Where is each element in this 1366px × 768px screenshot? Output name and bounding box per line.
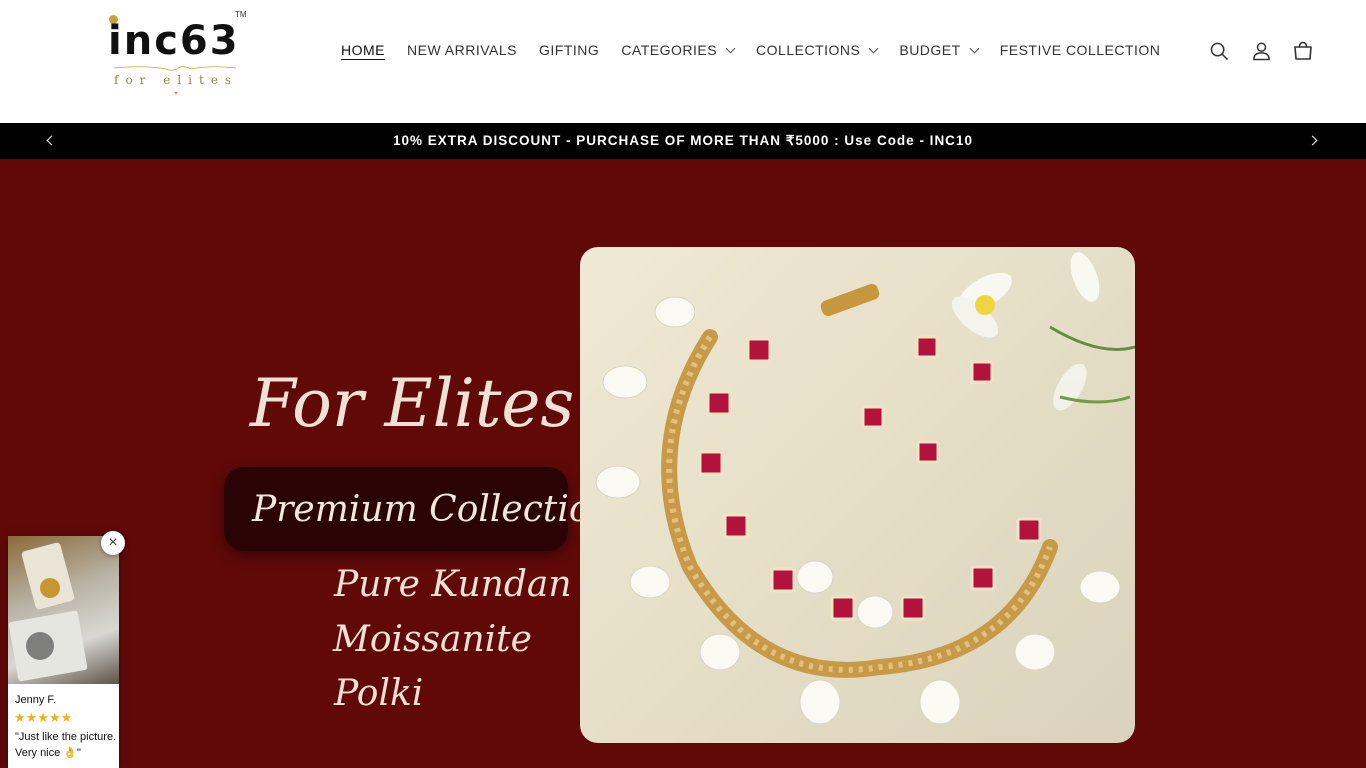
nav-collections[interactable]: COLLECTIONS — [756, 42, 879, 58]
nav-label: CATEGORIES — [621, 42, 718, 58]
announcement-next-button[interactable] — [1305, 133, 1319, 147]
chevron-down-icon — [868, 43, 879, 53]
announcement-prev-button[interactable] — [44, 133, 58, 147]
chevron-left-icon — [46, 135, 56, 145]
hero-headline: For Elites — [250, 365, 575, 442]
review-text: "Just like the picture. Very nice 👌" — [15, 731, 117, 759]
announcement-bar: 10% EXTRA DISCOUNT - PURCHASE OF MORE TH… — [0, 123, 1366, 159]
cart-icon — [1294, 41, 1312, 60]
nav-new-arrivals[interactable]: NEW ARRIVALS — [407, 42, 517, 58]
hero-banner[interactable]: For Elites Premium Collection Pure Kunda… — [0, 159, 1366, 768]
announcement-text: 10% EXTRA DISCOUNT - PURCHASE OF MORE TH… — [393, 133, 973, 148]
hero-necklace-image — [580, 247, 1135, 743]
nav-label: FESTIVE COLLECTION — [999, 42, 1161, 58]
review-photo-icon — [8, 542, 88, 682]
nav-categories[interactable]: CATEGORIES — [621, 42, 736, 58]
main-nav: HOME NEW ARRIVALS GIFTING CATEGORIES COL… — [341, 42, 1182, 58]
nav-festive-collection[interactable]: FESTIVE COLLECTION — [1000, 42, 1161, 58]
account-icon — [1252, 42, 1270, 61]
nav-label: COLLECTIONS — [756, 42, 861, 58]
chevron-down-icon — [969, 43, 980, 53]
nav-label: GIFTING — [539, 42, 600, 58]
nav-gifting[interactable]: GIFTING — [539, 42, 599, 58]
chevron-down-icon — [725, 43, 736, 53]
nav-label: NEW ARRIVALS — [407, 42, 517, 58]
cart-button[interactable] — [1293, 40, 1313, 62]
review-photo — [8, 536, 119, 684]
hero-badge: Premium Collection — [252, 489, 614, 530]
search-button[interactable] — [1209, 40, 1229, 62]
logo-tagline: for elites — [114, 73, 239, 87]
necklace-illustration-icon — [595, 252, 1135, 725]
nav-budget[interactable]: BUDGET — [899, 42, 980, 58]
close-icon: × — [108, 534, 118, 551]
logo-trademark: TM — [235, 10, 247, 19]
header-actions — [1209, 40, 1313, 62]
search-icon — [1210, 42, 1228, 60]
site-header: inc63 TM for elites HOME NEW ARRIVALS GI… — [0, 0, 1366, 124]
nav-label: HOME — [341, 42, 385, 58]
rating-stars: ★★★★★ — [14, 710, 73, 725]
nav-label: BUDGET — [899, 42, 961, 58]
nav-home[interactable]: HOME — [341, 42, 385, 58]
hero-line-kundan: Pure Kundan — [334, 564, 572, 605]
brand-logo[interactable]: inc63 TM for elites — [106, 10, 252, 100]
review-popup[interactable]: Jenny F. ★★★★★ "Just like the picture. V… — [8, 536, 119, 768]
reviewer-name: Jenny F. — [15, 694, 56, 706]
review-close-button[interactable]: × — [101, 531, 125, 555]
hero-line-moissanite: Moissanite — [333, 619, 532, 660]
logo-wordmark: inc63 — [108, 18, 240, 64]
chevron-right-icon — [1307, 135, 1317, 145]
hero-line-polki: Polki — [334, 673, 424, 714]
account-button[interactable] — [1251, 40, 1271, 62]
